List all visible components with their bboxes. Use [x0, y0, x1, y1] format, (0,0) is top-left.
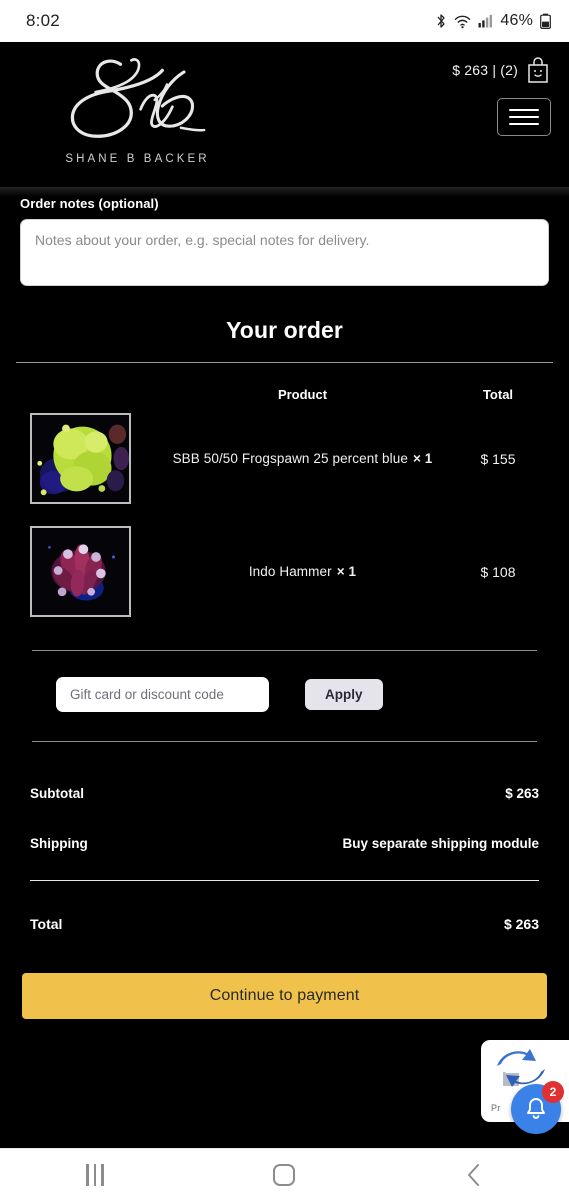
bluetooth-icon [437, 14, 446, 28]
mobile-screen: 8:02 46% SHANE B BACKER $ 263 | (2) Orde… [0, 0, 569, 1200]
product-name: SBB 50/50 Frogspawn 25 percent blue × 1 [162, 451, 443, 466]
status-bar: 8:02 46% [0, 0, 569, 42]
notification-bell-button[interactable]: 2 [511, 1081, 564, 1134]
home-icon [273, 1163, 296, 1186]
status-icons: 46% [435, 12, 551, 30]
cellular-signal-icon [478, 14, 493, 28]
subtotal-row: Subtotal $ 263 [30, 768, 539, 818]
order-notes-section: Order notes (optional) [0, 196, 569, 291]
column-header-product: Product [277, 387, 328, 402]
product-qty: × 1 [336, 564, 357, 579]
frogspawn-coral-image [32, 415, 129, 502]
cart-summary[interactable]: $ 263 | (2) [452, 56, 551, 84]
continue-to-payment-button[interactable]: Continue to payment [22, 973, 547, 1019]
shipping-label: Shipping [30, 835, 88, 851]
battery-icon [540, 13, 551, 29]
site-header: SHANE B BACKER $ 263 | (2) [0, 42, 569, 187]
header-actions: $ 263 | (2) [452, 56, 551, 136]
your-order-heading: Your order [226, 317, 343, 343]
grand-total-label: Total [30, 916, 63, 932]
order-table: Product Total SBB 50/50 Frogspawn 25 per… [0, 363, 569, 628]
battery-percentage: 46% [500, 12, 533, 29]
recents-button[interactable] [35, 1149, 155, 1200]
discount-code-input[interactable] [56, 677, 269, 712]
cart-total-text: $ 263 | (2) [452, 62, 518, 78]
checkout-body: Order notes (optional) Your order Produc… [0, 187, 569, 1019]
apply-discount-button[interactable]: Apply [305, 679, 383, 710]
hamburger-bar [509, 123, 539, 125]
order-notes-input[interactable] [20, 219, 549, 286]
product-name: Indo Hammer × 1 [162, 564, 443, 579]
hamburger-bar [509, 116, 539, 118]
grand-total-row: Total $ 263 [30, 899, 539, 949]
back-button[interactable] [414, 1149, 534, 1200]
notification-badge: 2 [542, 1081, 564, 1103]
shopping-bag-icon [528, 57, 548, 83]
table-row: SBB 50/50 Frogspawn 25 percent blue × 1 $… [16, 402, 553, 515]
grand-total-value: $ 263 [503, 916, 539, 932]
product-thumb-cell [16, 413, 162, 504]
order-notes-label: Order notes (optional) [20, 196, 159, 211]
brand-logo[interactable]: SHANE B BACKER [60, 52, 215, 165]
table-row: Indo Hammer × 1 $ 108 [16, 515, 553, 628]
recents-icon [86, 1163, 104, 1186]
hamburger-menu-button[interactable] [497, 98, 551, 136]
android-nav-bar [0, 1148, 569, 1200]
product-line-total: $ 108 [480, 563, 516, 580]
home-button[interactable] [224, 1149, 344, 1200]
totals-section: Subtotal $ 263 Shipping Buy separate shi… [0, 768, 569, 868]
product-thumb-cell [16, 526, 162, 617]
hamburger-bar [509, 109, 539, 111]
brand-name: SHANE B BACKER [65, 153, 210, 165]
grand-total-divider [30, 880, 539, 881]
grand-total-section: Total $ 263 [0, 899, 569, 949]
floating-promo-widget[interactable]: Pr 2 [481, 1040, 569, 1134]
subtotal-label: Subtotal [30, 785, 84, 801]
order-table-header: Product Total [16, 363, 553, 402]
column-header-total: Total [482, 387, 514, 402]
frogspawn-coral-thumbnail[interactable] [30, 413, 131, 504]
status-time: 8:02 [26, 11, 60, 30]
indo-hammer-coral-thumbnail[interactable] [30, 526, 131, 617]
product-title: SBB 50/50 Frogspawn 25 percent blue [172, 451, 408, 466]
product-line-total: $ 155 [480, 450, 516, 467]
product-qty: × 1 [412, 451, 433, 466]
product-title: Indo Hammer [248, 564, 332, 579]
cta-section: Continue to payment [0, 949, 569, 1019]
subtotal-value: $ 263 [505, 785, 539, 801]
back-chevron-icon [468, 1163, 480, 1186]
indo-hammer-coral-image [32, 528, 129, 615]
coupon-divider-bottom [32, 741, 537, 742]
coupon-section: Apply [0, 651, 569, 712]
wifi-icon [455, 15, 471, 28]
sbb-monogram-icon [70, 58, 206, 138]
shipping-row: Shipping Buy separate shipping module [30, 818, 539, 868]
shipping-value: Buy separate shipping module [342, 835, 539, 851]
